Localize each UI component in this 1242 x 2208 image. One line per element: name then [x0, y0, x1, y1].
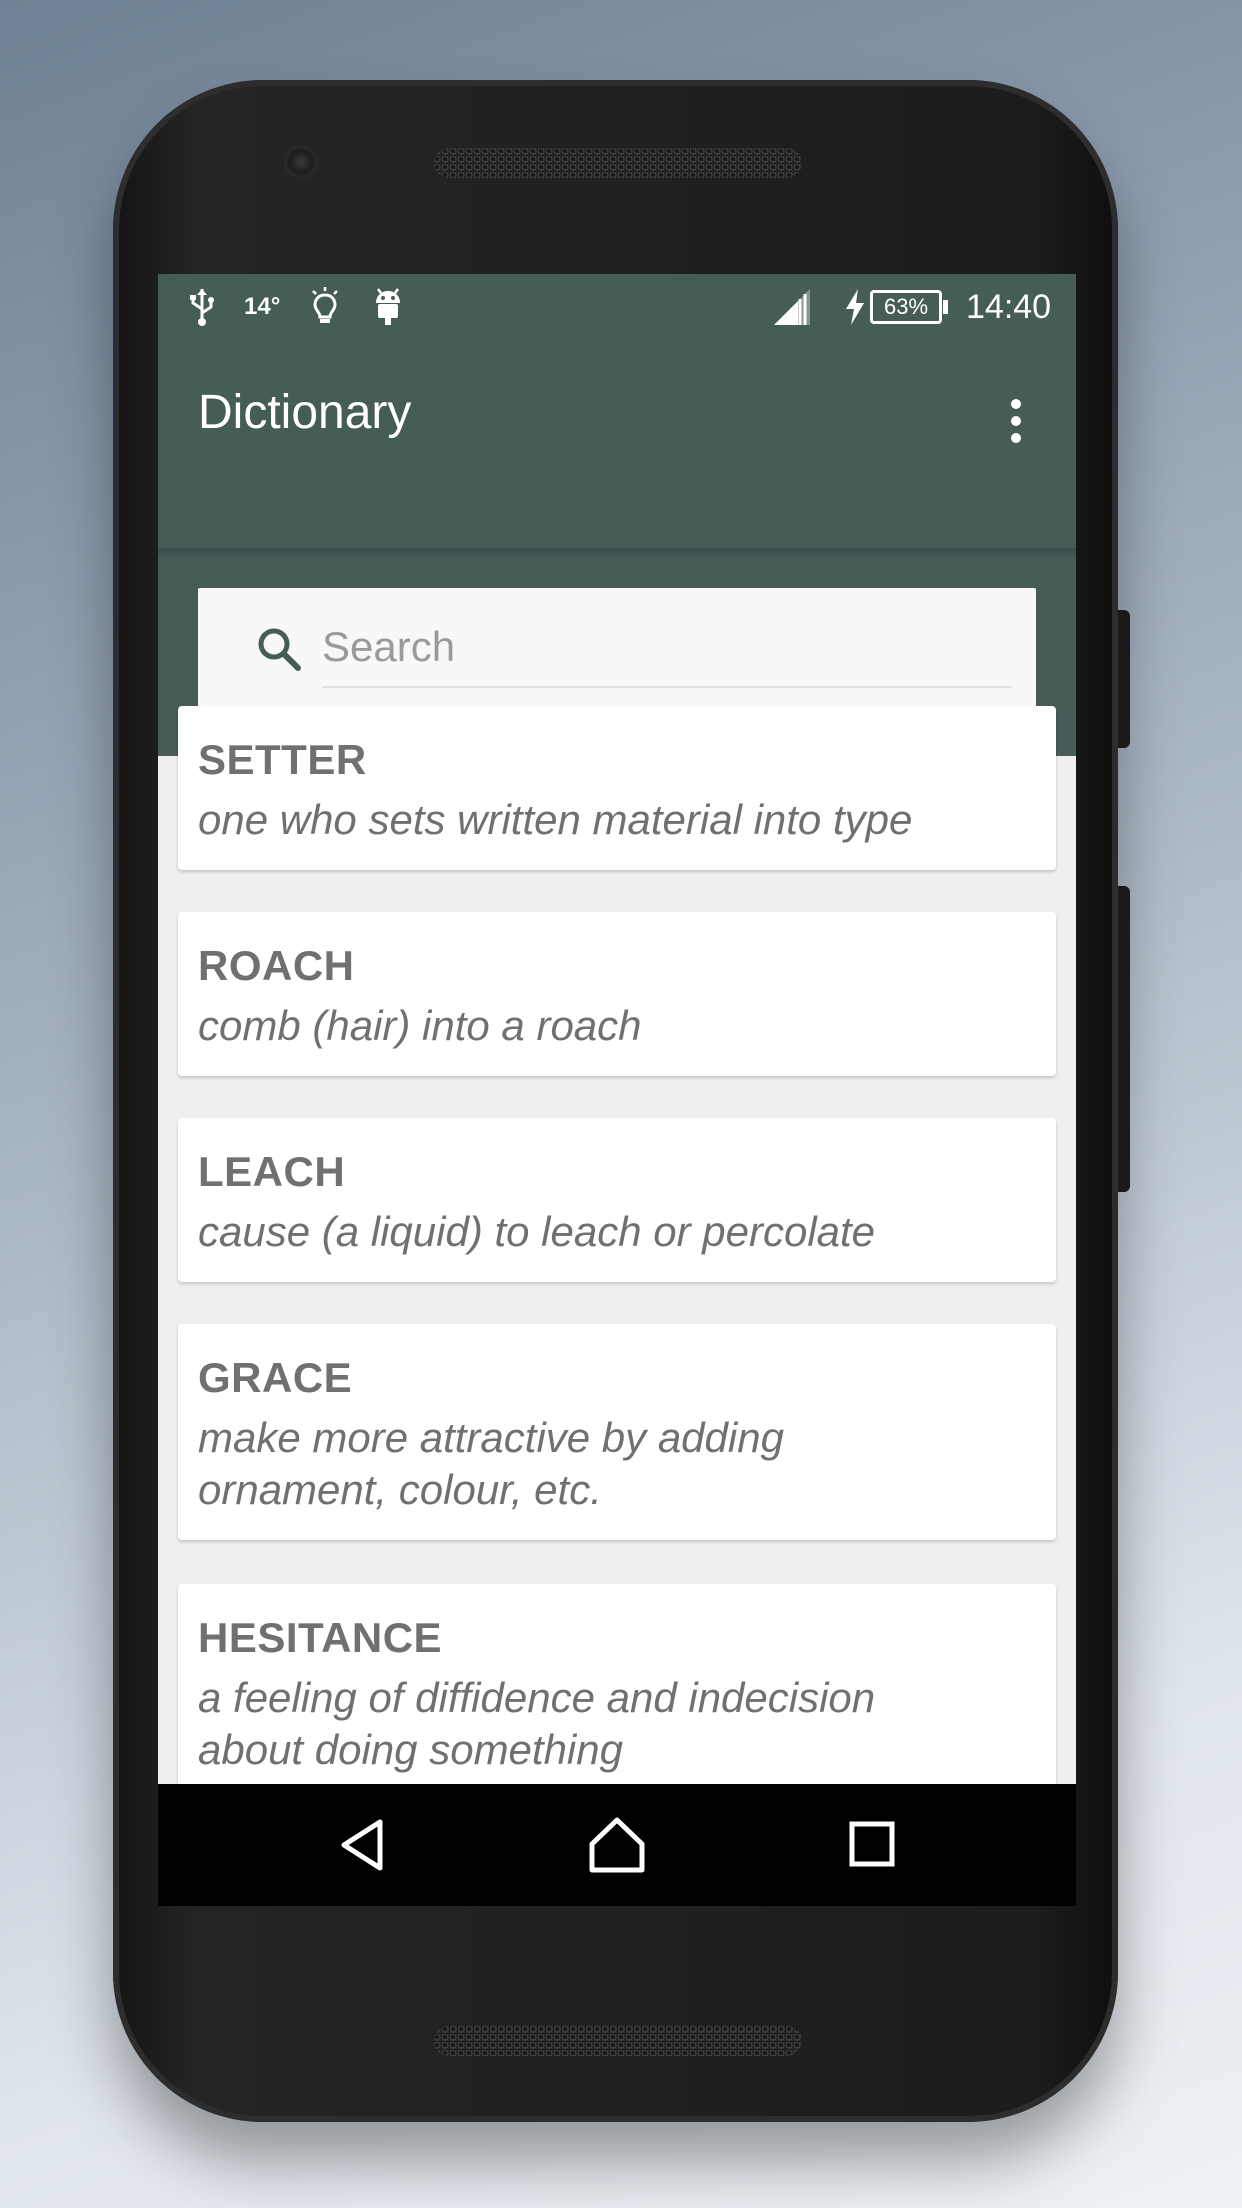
- entry-definition: cause (a liquid) to leach or percolate: [198, 1208, 876, 1255]
- list-item[interactable]: SETTER one who sets written material int…: [178, 706, 1056, 870]
- usb-icon: [188, 274, 216, 340]
- home-icon[interactable]: [582, 1810, 652, 1880]
- entry-word: HESITANCE: [198, 1614, 443, 1661]
- entry-definition: comb (hair) into a roach: [198, 1002, 642, 1049]
- search-icon[interactable]: [254, 624, 304, 674]
- top-speaker: [434, 148, 802, 178]
- signal-icon: [772, 274, 812, 340]
- app-bar: Dictionary: [158, 340, 1076, 756]
- temperature-text: 14°: [244, 293, 281, 320]
- battery-percent: 63%: [883, 294, 929, 319]
- navigation-bar: [158, 1784, 1076, 1906]
- battery-icon: 63%: [870, 274, 948, 340]
- recents-icon[interactable]: [838, 1810, 908, 1880]
- search-box: [198, 588, 1036, 710]
- list-item[interactable]: GRACE make more attractive by adding orn…: [178, 1324, 1056, 1540]
- entry-definition: make more attractive by adding ornament,…: [198, 1414, 784, 1513]
- bottom-speaker: [434, 2026, 802, 2056]
- app-bar-divider: [158, 548, 1076, 560]
- entry-word: GRACE: [198, 1354, 353, 1401]
- charging-icon: [844, 274, 866, 340]
- android-icon: [372, 274, 404, 340]
- clock: 14:40: [966, 287, 1052, 326]
- more-vert-icon[interactable]: [996, 386, 1036, 456]
- back-icon[interactable]: [330, 1810, 400, 1880]
- entry-definition: one who sets written material into type: [198, 796, 913, 843]
- list-item[interactable]: LEACH cause (a liquid) to leach or perco…: [178, 1118, 1056, 1282]
- entry-word: LEACH: [198, 1148, 346, 1195]
- screen: 14° 63% 14:40 Dictionary Search SETTER o…: [158, 274, 1076, 1906]
- status-bar: 14° 63% 14:40: [158, 274, 1076, 340]
- entry-word: SETTER: [198, 736, 367, 783]
- list-item[interactable]: ROACH comb (hair) into a roach: [178, 912, 1056, 1076]
- entry-word: ROACH: [198, 942, 355, 989]
- front-camera: [283, 144, 319, 180]
- list-item[interactable]: HESITANCE a feeling of diffidence and in…: [178, 1584, 1056, 1804]
- entry-definition: a feeling of diffidence and indecision a…: [198, 1674, 876, 1773]
- volume-button: [1118, 886, 1130, 1192]
- power-button: [1118, 610, 1130, 748]
- search-input[interactable]: [322, 612, 1012, 688]
- lightbulb-icon: [310, 274, 340, 340]
- page-title: Dictionary: [198, 386, 412, 439]
